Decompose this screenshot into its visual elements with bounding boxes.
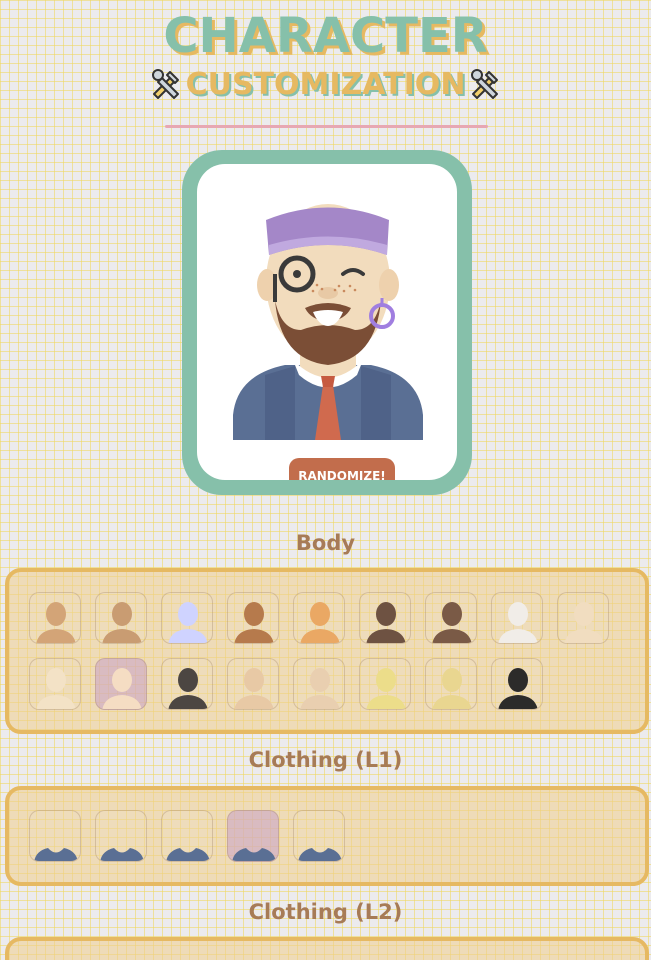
body-silhouette-icon xyxy=(498,602,538,643)
randomize-button[interactable]: RANDOMIZE! xyxy=(289,458,395,480)
body-option-swatch[interactable] xyxy=(557,592,609,644)
clothing-l1-options-grid xyxy=(29,810,629,862)
body-silhouette-icon xyxy=(234,668,274,709)
body-silhouette-icon xyxy=(234,602,274,643)
tools-icon xyxy=(151,69,179,99)
body-option-swatch[interactable] xyxy=(29,592,81,644)
avatar-preview-frame: RANDOMIZE! xyxy=(182,150,472,495)
body-options-grid xyxy=(29,592,629,710)
body-silhouette-icon xyxy=(432,668,472,709)
body-silhouette-icon xyxy=(168,602,208,643)
avatar-preview: RANDOMIZE! xyxy=(197,164,457,480)
body-silhouette-icon xyxy=(36,668,76,709)
body-silhouette-icon xyxy=(366,602,406,643)
body-option-swatch[interactable] xyxy=(293,592,345,644)
shirt-icon xyxy=(34,848,78,861)
clothing-l1-options-panel xyxy=(5,786,649,886)
shirt-icon xyxy=(232,848,276,861)
body-silhouette-icon xyxy=(300,668,340,709)
section-label-clothing-l2: Clothing (L2) xyxy=(248,900,403,924)
body-silhouette-icon xyxy=(432,602,472,643)
shirt-icon xyxy=(100,848,144,861)
body-option-swatch[interactable] xyxy=(29,658,81,710)
tools-icon xyxy=(471,69,499,99)
body-silhouette-icon xyxy=(300,602,340,643)
body-silhouette-icon xyxy=(366,668,406,709)
clothing-option-swatch[interactable] xyxy=(95,810,147,862)
body-option-swatch[interactable] xyxy=(227,592,279,644)
body-silhouette-icon xyxy=(36,602,76,643)
section-label-body: Body xyxy=(295,531,356,555)
body-option-swatch[interactable] xyxy=(491,592,543,644)
body-option-swatch[interactable] xyxy=(95,658,147,710)
shirt-icon xyxy=(166,848,210,861)
shirt-icon xyxy=(298,848,342,861)
clothing-option-swatch[interactable] xyxy=(29,810,81,862)
body-option-swatch[interactable] xyxy=(425,592,477,644)
body-options-panel xyxy=(5,568,649,734)
page-title: CHARACTER xyxy=(163,8,488,64)
body-option-swatch[interactable] xyxy=(425,658,477,710)
body-option-swatch[interactable] xyxy=(161,658,213,710)
body-silhouette-icon xyxy=(498,668,538,709)
page-subtitle: CUSTOMIZATION xyxy=(185,66,466,102)
body-silhouette-icon xyxy=(102,602,142,643)
body-option-swatch[interactable] xyxy=(359,592,411,644)
body-option-swatch[interactable] xyxy=(95,592,147,644)
clothing-option-swatch[interactable] xyxy=(161,810,213,862)
body-silhouette-icon xyxy=(168,668,208,709)
body-silhouette-icon xyxy=(564,602,604,643)
section-label-clothing-l1: Clothing (L1) xyxy=(248,748,403,772)
body-option-swatch[interactable] xyxy=(161,592,213,644)
header-divider xyxy=(165,125,488,128)
body-option-swatch[interactable] xyxy=(359,658,411,710)
subtitle-row: CUSTOMIZATION xyxy=(0,66,651,102)
body-option-swatch[interactable] xyxy=(491,658,543,710)
body-option-swatch[interactable] xyxy=(227,658,279,710)
clothing-option-swatch[interactable] xyxy=(293,810,345,862)
body-silhouette-icon xyxy=(102,668,142,709)
clothing-option-swatch[interactable] xyxy=(227,810,279,862)
body-option-swatch[interactable] xyxy=(293,658,345,710)
clothing-l2-options-panel xyxy=(5,937,649,960)
avatar-image xyxy=(233,204,423,440)
